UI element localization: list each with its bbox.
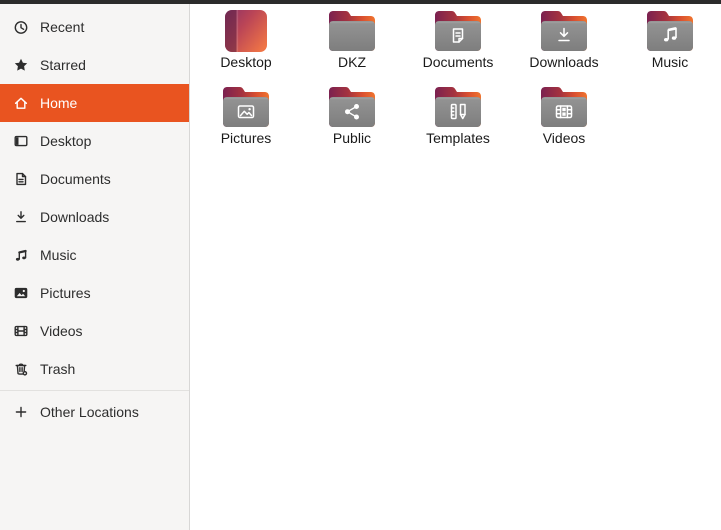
sidebar-item-label: Downloads xyxy=(40,209,110,225)
folder-icon xyxy=(646,10,694,52)
sidebar-item-downloads[interactable]: Downloads xyxy=(0,198,189,236)
folder-icon xyxy=(222,86,270,128)
file-item-templates[interactable]: Templates xyxy=(405,86,511,162)
sidebar-list: Recent Starred Home Desktop Documents Downloa… xyxy=(0,8,189,388)
file-item-label: Desktop xyxy=(220,54,272,70)
file-grid: Desktop DKZ Documents Downloads Music Pi… xyxy=(190,4,721,162)
home-icon xyxy=(13,95,29,111)
sidebar-item-label: Other Locations xyxy=(40,404,139,420)
file-item-videos[interactable]: Videos xyxy=(511,86,617,162)
file-item-documents[interactable]: Documents xyxy=(405,10,511,86)
sidebar-item-music[interactable]: Music xyxy=(0,236,189,274)
documents-icon xyxy=(13,171,29,187)
sidebar-item-pictures[interactable]: Pictures xyxy=(0,274,189,312)
sidebar-separator xyxy=(0,390,189,391)
music-icon xyxy=(13,247,29,263)
sidebar-item-home[interactable]: Home xyxy=(0,84,189,122)
file-item-label: Pictures xyxy=(220,130,272,146)
sidebar-item-videos[interactable]: Videos xyxy=(0,312,189,350)
downloads-icon xyxy=(13,209,29,225)
desktop-gradient-icon xyxy=(222,10,270,52)
sidebar-item-label: Documents xyxy=(40,171,111,187)
file-item-label: Documents xyxy=(422,54,494,70)
sidebar-item-other-locations[interactable]: Other Locations xyxy=(0,393,189,431)
file-item-label: Videos xyxy=(542,130,586,146)
file-item-label: Downloads xyxy=(529,54,599,70)
recent-icon xyxy=(13,19,29,35)
folder-icon xyxy=(434,10,482,52)
sidebar-item-label: Trash xyxy=(40,361,76,377)
file-item-music[interactable]: Music xyxy=(617,10,721,86)
sidebar-item-recent[interactable]: Recent xyxy=(0,8,189,46)
sidebar-item-trash[interactable]: Trash xyxy=(0,350,189,388)
file-item-dkz[interactable]: DKZ xyxy=(299,10,405,86)
file-item-label: Public xyxy=(332,130,372,146)
pictures-icon xyxy=(13,285,29,301)
folder-icon xyxy=(328,86,376,128)
sidebar-item-label: Desktop xyxy=(40,133,92,149)
videos-icon xyxy=(13,323,29,339)
sidebar-item-label: Starred xyxy=(40,57,86,73)
file-item-label: Music xyxy=(651,54,689,70)
folder-icon xyxy=(328,10,376,52)
plus-icon xyxy=(13,404,29,420)
sidebar-item-label: Videos xyxy=(40,323,83,339)
desktop-icon xyxy=(13,133,29,149)
sidebar-item-desktop[interactable]: Desktop xyxy=(0,122,189,160)
file-item-desktop[interactable]: Desktop xyxy=(193,10,299,86)
file-item-label: DKZ xyxy=(338,54,366,70)
sidebar-item-label: Recent xyxy=(40,19,85,35)
sidebar-item-documents[interactable]: Documents xyxy=(0,160,189,198)
folder-icon xyxy=(434,86,482,128)
sidebar-item-starred[interactable]: Starred xyxy=(0,46,189,84)
sidebar-footer: Other Locations xyxy=(0,393,189,431)
files-pane: Desktop DKZ Documents Downloads Music Pi… xyxy=(190,4,721,530)
folder-icon xyxy=(540,10,588,52)
sidebar-item-label: Pictures xyxy=(40,285,91,301)
sidebar-item-label: Home xyxy=(40,95,78,111)
file-item-pictures[interactable]: Pictures xyxy=(193,86,299,162)
file-item-public[interactable]: Public xyxy=(299,86,405,162)
file-item-downloads[interactable]: Downloads xyxy=(511,10,617,86)
sidebar: Recent Starred Home Desktop Documents Downloa… xyxy=(0,4,190,530)
trash-icon xyxy=(13,361,29,377)
file-item-label: Templates xyxy=(426,130,490,146)
sidebar-item-label: Music xyxy=(40,247,77,263)
starred-icon xyxy=(13,57,29,73)
folder-icon xyxy=(540,86,588,128)
